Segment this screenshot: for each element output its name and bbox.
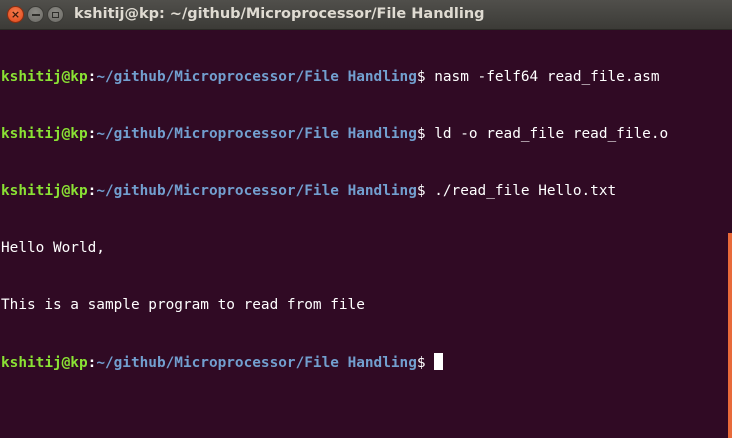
close-button[interactable]: × [7, 6, 24, 23]
prompt-path: ~/github/Microprocessor/File Handling [96, 183, 417, 199]
minimize-button[interactable] [27, 6, 44, 23]
command-text: nasm -felf64 read_file.asm [425, 69, 660, 85]
prompt-colon: : [87, 183, 97, 199]
prompt-user-host: kshitij@kp [1, 69, 88, 85]
prompt-symbol: $ [416, 183, 426, 199]
scrollbar-thumb[interactable] [728, 233, 732, 438]
prompt-path: ~/github/Microprocessor/File Handling [96, 69, 417, 85]
prompt-colon: : [87, 355, 97, 371]
prompt-path: ~/github/Microprocessor/File Handling [96, 126, 417, 142]
terminal-line-output: This is a sample program to read from fi… [1, 297, 365, 313]
terminal-line-command: kshitij@kp:~/github/Microprocessor/File … [1, 182, 723, 201]
terminal-line-active-prompt: kshitij@kp:~/github/Microprocessor/File … [1, 353, 723, 372]
prompt-user-host: kshitij@kp [1, 183, 88, 199]
prompt-symbol: $ [416, 355, 426, 371]
prompt-symbol: $ [416, 69, 426, 85]
prompt-colon: : [87, 126, 97, 142]
terminal-line-command: kshitij@kp:~/github/Microprocessor/File … [1, 68, 723, 87]
command-text: ./read_file Hello.txt [425, 183, 617, 199]
prompt-user-host: kshitij@kp [1, 355, 88, 371]
command-text [426, 355, 435, 371]
terminal-line-output: Hello World, [1, 240, 105, 256]
prompt-symbol: $ [416, 126, 426, 142]
terminal-output[interactable]: kshitij@kp:~/github/Microprocessor/File … [1, 30, 723, 438]
window-title: kshitij@kp: ~/github/Microprocessor/File… [74, 6, 485, 22]
prompt-colon: : [87, 69, 97, 85]
maximize-icon [52, 11, 59, 18]
command-text: ld -o read_file read_file.o [425, 126, 669, 142]
prompt-path: ~/github/Microprocessor/File Handling [96, 355, 417, 371]
scrollbar[interactable] [728, 30, 732, 438]
maximize-button[interactable] [47, 6, 64, 23]
terminal-window: × kshitij@kp: ~/github/Microprocessor/Fi… [0, 0, 732, 438]
text-cursor [434, 353, 444, 370]
prompt-user-host: kshitij@kp [1, 126, 88, 142]
close-icon: × [10, 8, 21, 21]
title-bar[interactable]: × kshitij@kp: ~/github/Microprocessor/Fi… [0, 0, 732, 30]
minimize-icon [31, 13, 40, 16]
terminal-line-command: kshitij@kp:~/github/Microprocessor/File … [1, 125, 723, 144]
